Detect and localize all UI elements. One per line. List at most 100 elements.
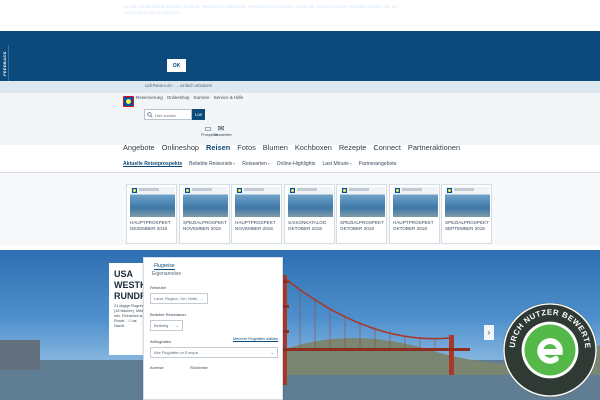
promo-text[interactable]: Lidl-Reisen.de - ... einfach urlauben! <box>145 83 215 88</box>
departure-select[interactable]: Alle Flughäfen in Europa ⌄ <box>150 347 278 358</box>
feedback-tab-label: FEEDBACK <box>1 50 7 76</box>
departure-value: Alle Flughäfen in Europa <box>154 350 198 355</box>
search-button[interactable]: Los <box>192 109 205 120</box>
catalog-card[interactable]: SPEZIALPROSPEKT NOVEMBER 2018 <box>179 184 230 244</box>
cover-header-bar <box>139 188 159 191</box>
service-links: Reservierung Onlineshop Karriere Service & … <box>136 95 243 100</box>
chevron-down-icon: ▾ <box>267 162 270 166</box>
subnav-item[interactable]: Partnerangebote <box>359 161 397 167</box>
subnav-label: Online-Highlights <box>276 161 316 167</box>
cookie-text: Um die Funktionalität und den Inhalt der… <box>123 4 423 16</box>
catalog-title: HAUPTPROSPEKT OKTOBER 2018 <box>393 220 434 231</box>
chevron-down-icon: ⌄ <box>175 323 179 328</box>
nav-item-angebote[interactable]: Angebote <box>123 143 155 155</box>
search-input[interactable] <box>155 112 191 118</box>
feedback-tab[interactable]: FEEDBACK <box>0 45 9 81</box>
subnav-label: Aktuelle Reiseprospekte <box>123 161 183 167</box>
tab-flight[interactable]: Flugreise <box>154 263 175 270</box>
search-icon <box>147 112 153 118</box>
page: Um die Funktionalität und den Inhalt der… <box>0 0 600 400</box>
tab-self-travel[interactable]: Eigenanreise <box>152 271 181 277</box>
cover-header-bar <box>244 188 264 191</box>
catalog-title: SPEZIALPROSPEKT SEPTEMBER 2018 <box>445 220 489 231</box>
newsletter-label: Newsletter <box>214 133 232 137</box>
nav-item-connect[interactable]: Connect <box>373 143 401 155</box>
cookie-banner <box>0 31 600 81</box>
cover-header-bar <box>297 188 317 191</box>
chevron-down-icon: ⌄ <box>270 350 274 355</box>
brochure-icon: ▭ <box>204 124 212 133</box>
catalog-card[interactable]: SPEZIALPROSPEKT OKTOBER 2018 <box>336 184 387 244</box>
rueckreise-label: Rückreise <box>190 365 208 370</box>
catalog-title: SPEZIALPROSPEKT OKTOBER 2018 <box>340 220 384 231</box>
main-nav: Angebote Onlineshop Reisen Fotos Blumen Kochb… <box>123 143 460 155</box>
lidl-logo-small <box>132 188 137 193</box>
cookie-message: Um die Funktionalität und den Inhalt der… <box>123 4 399 15</box>
lidl-logo-small <box>342 188 347 193</box>
service-link[interactable]: Onlineshop <box>167 95 190 100</box>
catalog-cover <box>340 187 385 217</box>
catalog-card[interactable]: SAISONKATALOG OKTOBER 2018 <box>284 184 335 244</box>
catalog-cover <box>445 187 490 217</box>
destination-field[interactable]: Land, Region, Ort, Hotel, ... <box>150 293 208 304</box>
destination-placeholder: Land, Region, Ort, Hotel, ... <box>154 296 203 301</box>
catalog-cover <box>130 187 175 217</box>
duration-value: Beliebig <box>154 323 169 328</box>
service-link[interactable]: Service & Hilfe <box>214 95 244 100</box>
lidl-logo[interactable] <box>123 96 134 107</box>
nav-item-onlineshop[interactable]: Onlineshop <box>162 143 199 155</box>
catalog-card[interactable]: HAUPTPROSPEKT DEZEMBER 2018 <box>126 184 177 244</box>
catalog-title: SPEZIALPROSPEKT NOVEMBER 2018 <box>183 220 227 231</box>
subnav-item[interactable]: Aktuelle Reiseprospekte <box>123 161 182 167</box>
cookie-ok-button[interactable]: OK <box>167 59 186 72</box>
catalog-card[interactable]: HAUPTPROSPEKT OKTOBER 2018 <box>389 184 440 244</box>
subnav-item[interactable]: Beliebte Reiseziele▾ <box>189 161 235 167</box>
catalog-cover <box>183 187 228 217</box>
lidl-logo-small <box>290 188 295 193</box>
newsletter-link[interactable]: ✉ Newsletter <box>214 124 232 137</box>
destination-label: Reiseziel <box>150 285 167 290</box>
service-link[interactable]: Karriere <box>194 95 210 100</box>
newsletter-icon: ✉ <box>217 124 225 133</box>
site-header: Lidl-Reisen.de - ... einfach urlauben! <box>0 81 600 145</box>
anreise-label: Anreise <box>150 365 164 370</box>
catalog-title: SAISONKATALOG OKTOBER 2018 <box>288 220 327 231</box>
nav-item-blumen[interactable]: Blumen <box>263 143 288 155</box>
subnav-label: Reisearten <box>242 161 267 167</box>
cover-header-bar <box>454 188 474 191</box>
chevron-down-icon: ▾ <box>233 162 236 166</box>
multiple-airports-link[interactable]: Mehrere Flughäfen wählen <box>233 337 278 341</box>
subnav-item[interactable]: Last Minute▾ <box>322 161 351 167</box>
subnav-label: Partnerangebote <box>358 161 397 167</box>
cover-header-bar <box>349 188 369 191</box>
header-top-band <box>0 81 600 93</box>
lidl-logo-small <box>185 188 190 193</box>
departure-label: Abflughafen <box>150 339 172 344</box>
duration-select[interactable]: Beliebig ⌄ <box>150 320 183 331</box>
catalog-card[interactable]: SPEZIALPROSPEKT SEPTEMBER 2018 <box>441 184 492 244</box>
catalog-card[interactable]: HAUPTPROSPEKT NOVEMBER 2018 <box>231 184 282 244</box>
nav-item-rezepte[interactable]: Rezepte <box>339 143 367 155</box>
nav-item-partneraktionen[interactable]: Partneraktionen <box>408 143 460 155</box>
catalog-title: HAUPTPROSPEKT NOVEMBER 2018 <box>235 220 276 231</box>
service-link[interactable]: Reservierung <box>136 95 163 100</box>
sub-nav: Aktuelle Reiseprospekte Beliebte Reisezie… <box>123 161 397 167</box>
cookie-more-link[interactable]: Mehr Infos <box>181 10 203 15</box>
subnav-item[interactable]: Reisearten▾ <box>242 161 269 167</box>
nav-item-kochboxen[interactable]: Kochboxen <box>295 143 332 155</box>
nav-item-reisen[interactable]: Reisen <box>206 143 230 155</box>
chevron-down-icon: ▾ <box>349 162 352 166</box>
hero-card[interactable]: USA WESTKÜ RUNDRE 21-tägige Flugreise (1… <box>109 263 153 355</box>
rating-badge: DURCH NUTZER BEWERTET <box>501 301 598 398</box>
catalog-title: HAUPTPROSPEKT DEZEMBER 2018 <box>130 220 171 231</box>
nav-item-fotos[interactable]: Fotos <box>237 143 255 155</box>
flight-search-widget: Flugreise Eigenanreise Reiseziel Land, R… <box>143 257 283 400</box>
brochure-link[interactable]: ▭ Prospekte <box>201 124 218 137</box>
catalog-cover <box>288 187 333 217</box>
search-box <box>144 109 192 120</box>
lidl-logo-small <box>395 188 400 193</box>
subnav-item[interactable]: Online-Highlights <box>277 161 316 167</box>
subnav-label: Beliebte Reiseziele <box>189 161 233 167</box>
catalog-cover <box>235 187 280 217</box>
hero-next-arrow[interactable]: › <box>484 325 494 340</box>
